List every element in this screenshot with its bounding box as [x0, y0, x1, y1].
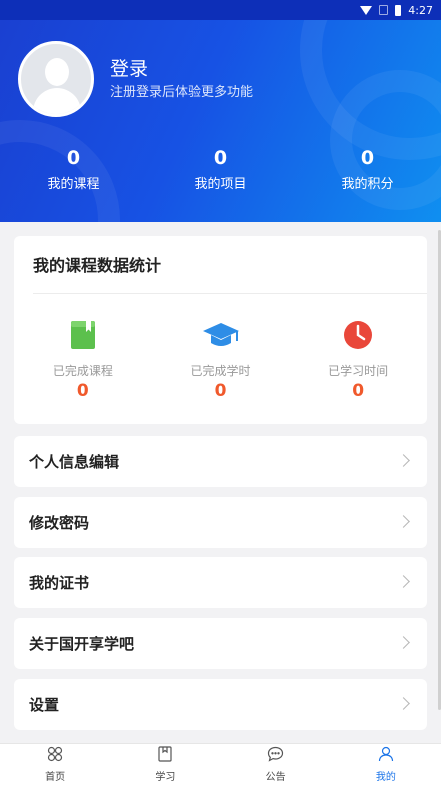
menu-label: 设置 [29, 696, 60, 714]
stat-value: 0 [76, 381, 89, 401]
wifi-icon [360, 5, 373, 15]
chat-bubble-icon [267, 746, 284, 765]
stat-label: 我的积分 [341, 177, 394, 192]
menu-my-certificates[interactable]: 我的证书 [14, 557, 427, 608]
battery-icon [395, 4, 402, 16]
clock-text: 4:27 [408, 3, 433, 17]
stat-label: 已学习时间 [328, 364, 389, 378]
course-stats-card: 我的课程数据统计 已完成课程 0 已完成学时 0 已学习时间 0 [14, 236, 427, 424]
header-stats: 0 我的课程 0 我的项目 0 我的积分 [0, 146, 441, 192]
book-icon [14, 318, 152, 352]
stat-value: 0 [352, 381, 365, 401]
menu-label: 关于国开享学吧 [29, 635, 135, 653]
login-subtitle: 注册登录后体验更多功能 [110, 85, 254, 100]
stat-value: 0 [214, 381, 227, 401]
clock-icon [289, 318, 427, 352]
menu-change-password[interactable]: 修改密码 [14, 497, 427, 548]
tab-home[interactable]: 首页 [0, 744, 110, 785]
stat-label: 已完成课程 [52, 364, 113, 378]
stat-label: 已完成学时 [190, 364, 251, 378]
stat-my-projects[interactable]: 0 我的项目 [147, 146, 294, 192]
stat-my-points[interactable]: 0 我的积分 [294, 146, 441, 192]
menu-settings[interactable]: 设置 [14, 679, 427, 730]
tab-mine[interactable]: 我的 [331, 744, 441, 785]
chevron-right-icon [397, 697, 410, 710]
tab-label: 我的 [375, 772, 396, 783]
profile-header: 登录 注册登录后体验更多功能 0 我的课程 0 我的项目 0 我的积分 [0, 0, 441, 222]
user-icon [378, 746, 394, 765]
stat-my-courses[interactable]: 0 我的课程 [0, 146, 147, 192]
menu-about[interactable]: 关于国开享学吧 [14, 618, 427, 669]
bottom-tab-bar: 首页 学习 公告 我的 [0, 743, 441, 785]
stat-completed-hours: 已完成学时 0 [152, 318, 290, 401]
chevron-right-icon [397, 636, 410, 649]
stat-label: 我的项目 [194, 177, 247, 192]
chevron-right-icon [397, 454, 410, 467]
stat-completed-courses: 已完成课程 0 [14, 318, 152, 401]
menu-edit-profile[interactable]: 个人信息编辑 [14, 436, 427, 487]
stat-value: 0 [360, 147, 375, 169]
tab-label: 公告 [265, 772, 286, 783]
tab-label: 学习 [155, 772, 176, 783]
chevron-right-icon [397, 515, 410, 528]
login-link[interactable]: 登录 [110, 54, 148, 81]
stat-label: 我的课程 [47, 177, 100, 192]
tab-announcements[interactable]: 公告 [221, 744, 331, 785]
tab-label: 首页 [45, 772, 66, 783]
status-bar: 4:27 [0, 0, 441, 20]
stat-value: 0 [66, 147, 81, 169]
chevron-right-icon [397, 575, 410, 588]
graduation-cap-icon [152, 318, 290, 352]
card-title: 我的课程数据统计 [33, 256, 162, 275]
menu-label: 我的证书 [29, 574, 90, 592]
sim-icon [379, 5, 389, 15]
book-outline-icon [158, 746, 172, 765]
home-icon [47, 746, 63, 765]
stat-study-time: 已学习时间 0 [289, 318, 427, 401]
stat-value: 0 [213, 147, 228, 169]
divider [33, 293, 427, 294]
tab-study[interactable]: 学习 [110, 744, 220, 785]
avatar[interactable] [18, 41, 94, 117]
menu-label: 修改密码 [29, 514, 90, 532]
menu-label: 个人信息编辑 [29, 453, 120, 471]
